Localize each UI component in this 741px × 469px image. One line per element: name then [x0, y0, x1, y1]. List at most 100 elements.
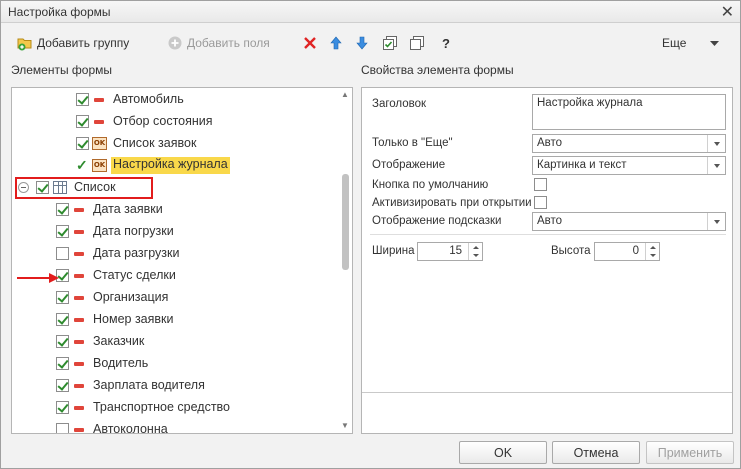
row-checkbox[interactable]	[76, 93, 89, 106]
uncheck-all-button[interactable]	[409, 33, 425, 53]
field-minus-icon	[74, 318, 84, 322]
row-label: Отбор состояния	[113, 114, 213, 128]
cancel-button[interactable]: Отмена	[552, 441, 640, 464]
ok-button[interactable]: OK	[459, 441, 547, 464]
row-label: Автоколонна	[93, 422, 168, 434]
row-checkbox[interactable]	[56, 357, 69, 370]
move-up-button[interactable]	[328, 33, 344, 53]
field-minus-icon	[94, 120, 104, 124]
tree-row[interactable]: Транспортное средство	[12, 397, 342, 419]
add-group-button[interactable]: Добавить группу	[17, 33, 129, 53]
form-elements-title: Элементы формы	[11, 63, 113, 77]
tree-row[interactable]: Номер заявки	[12, 309, 342, 331]
tree-row[interactable]: Дата заявки	[12, 199, 342, 221]
default-button-label: Кнопка по умолчанию	[372, 179, 489, 191]
header-field[interactable]: Настройка журнала	[532, 94, 726, 130]
close-icon[interactable]: ✕	[721, 2, 734, 22]
tree-row[interactable]: Организация	[12, 287, 342, 309]
help-button[interactable]: ?	[442, 33, 450, 53]
move-down-button[interactable]	[354, 33, 370, 53]
tree-row[interactable]: Отбор состояния	[12, 111, 342, 133]
tree-row[interactable]: OK Список заявок	[12, 133, 342, 155]
arrow-down-icon	[354, 35, 370, 51]
chevron-down-icon[interactable]	[707, 213, 725, 230]
row-checkbox[interactable]	[56, 291, 69, 304]
row-checkbox[interactable]	[56, 225, 69, 238]
tree-row[interactable]: Заказчик	[12, 331, 342, 353]
row-checkbox[interactable]	[56, 247, 69, 260]
row-label: Номер заявки	[93, 312, 174, 326]
row-checkbox[interactable]	[56, 335, 69, 348]
field-minus-icon	[74, 252, 84, 256]
arrow-up-icon	[328, 35, 344, 51]
element-properties-title: Свойства элемента формы	[361, 63, 514, 77]
row-checkbox[interactable]	[76, 115, 89, 128]
apply-button[interactable]: Применить	[646, 441, 734, 464]
tree-row[interactable]: Автомобиль	[12, 89, 342, 111]
separator	[370, 234, 726, 235]
properties-form: Заголовок Настройка журнала Только в "Ещ…	[362, 88, 732, 393]
more-menu-button[interactable]: Еще	[662, 33, 720, 53]
chevron-down-icon[interactable]	[707, 157, 725, 174]
delete-x-icon	[302, 35, 318, 51]
chevron-down-icon[interactable]	[707, 135, 725, 152]
row-label: Автомобиль	[113, 92, 184, 106]
chevron-down-icon	[710, 36, 720, 50]
tree-row[interactable]: Статус сделки	[12, 265, 342, 287]
row-checkbox[interactable]	[56, 423, 69, 433]
height-spinner-icon[interactable]	[645, 243, 659, 260]
height-input[interactable]: 0	[594, 242, 660, 261]
row-checkbox[interactable]	[56, 203, 69, 216]
tree-scrollbar[interactable]: ▲ ▼	[340, 90, 350, 431]
width-input[interactable]: 15	[417, 242, 483, 261]
field-minus-icon	[74, 340, 84, 344]
help-label: ?	[442, 35, 450, 51]
tree-row[interactable]: Водитель	[12, 353, 342, 375]
default-button-checkbox[interactable]	[534, 178, 547, 191]
tree-row-selected[interactable]: ✓ OK Настройка журнала	[12, 155, 342, 177]
tooltip-display-select[interactable]: Авто	[532, 212, 726, 231]
row-checkbox[interactable]	[76, 137, 89, 150]
window-title: Настройка формы	[8, 5, 111, 19]
check-all-button[interactable]	[382, 33, 398, 53]
row-label: Статус сделки	[93, 268, 176, 282]
ok-command-icon: OK	[92, 159, 107, 172]
form-elements-tree[interactable]: Автомобиль Отбор состояния OK Список зая…	[11, 87, 353, 434]
tree-row[interactable]: Дата разгрузки	[12, 243, 342, 265]
tree-row[interactable]: Автоколонна	[12, 419, 342, 434]
annotation-frame	[15, 177, 153, 199]
field-minus-icon	[74, 428, 84, 432]
row-checkbox[interactable]	[56, 379, 69, 392]
row-label: Водитель	[93, 356, 149, 370]
ok-command-icon: OK	[92, 137, 107, 150]
tree-row[interactable]: Дата погрузки	[12, 221, 342, 243]
row-checkbox[interactable]	[56, 401, 69, 414]
field-minus-icon	[74, 362, 84, 366]
annotation-arrow-icon	[17, 273, 59, 283]
only-more-select[interactable]: Авто	[532, 134, 726, 153]
height-label: Высота	[551, 245, 591, 257]
scroll-down-icon[interactable]: ▼	[340, 421, 350, 431]
ok-label: OK	[493, 445, 513, 460]
only-more-value: Авто	[537, 137, 563, 149]
field-minus-icon	[74, 230, 84, 234]
header-value: Настройка журнала	[537, 97, 643, 109]
width-value: 15	[449, 245, 462, 257]
display-select[interactable]: Картинка и текст	[532, 156, 726, 175]
add-field-button[interactable]: Добавить поля	[167, 33, 270, 53]
delete-button[interactable]	[302, 33, 318, 53]
activate-checkbox[interactable]	[534, 196, 547, 209]
check-mark-icon[interactable]: ✓	[76, 157, 88, 174]
scrollbar-thumb[interactable]	[342, 174, 349, 270]
tooltip-display-label: Отображение подсказки	[372, 215, 502, 227]
width-label: Ширина	[372, 245, 415, 257]
height-value: 0	[632, 245, 639, 257]
row-label: Настройка журнала	[111, 157, 230, 174]
row-checkbox[interactable]	[56, 313, 69, 326]
tree-row[interactable]: Зарплата водителя	[12, 375, 342, 397]
width-spinner-icon[interactable]	[468, 243, 482, 260]
scroll-up-icon[interactable]: ▲	[340, 90, 350, 100]
more-label: Еще	[662, 36, 687, 50]
activate-label: Активизировать при открытии	[372, 197, 532, 209]
toolbar: Добавить группу Добавить поля ? Еще	[1, 29, 740, 57]
